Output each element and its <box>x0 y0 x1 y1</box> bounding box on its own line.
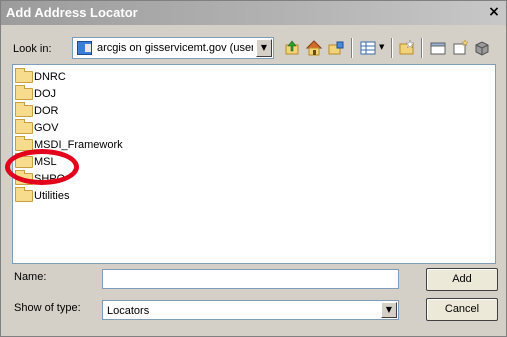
name-field[interactable] <box>102 269 399 289</box>
list-item-label: MSL <box>34 156 57 168</box>
add-address-locator-dialog: Add Address Locator × Look in: arcgis on… <box>0 0 507 337</box>
server-connection-icon <box>77 41 92 55</box>
list-item-label: DOR <box>34 105 59 117</box>
add-button[interactable]: Add <box>426 268 498 291</box>
title-bar: Add Address Locator × <box>1 1 506 25</box>
toolbar-separator <box>351 38 353 58</box>
name-label: Name: <box>14 271 47 283</box>
window-title: Add Address Locator <box>6 5 138 20</box>
folder-icon <box>15 136 33 151</box>
folder-icon <box>15 68 33 83</box>
up-one-level-icon[interactable] <box>283 39 301 57</box>
folder-icon <box>15 102 33 117</box>
list-item-label: DNRC <box>34 71 66 83</box>
look-in-value: arcgis on gisservicemt.gov (user <box>97 42 253 54</box>
folder-options-icon[interactable] <box>429 39 447 57</box>
cancel-button[interactable]: Cancel <box>426 298 498 321</box>
toolbar-separator <box>421 38 423 58</box>
view-menu-chevron-icon[interactable]: ▼ <box>379 43 384 51</box>
new-item-icon[interactable] <box>451 39 469 57</box>
folder-icon <box>15 187 33 202</box>
chevron-down-icon[interactable]: ▼ <box>381 302 397 318</box>
list-item-label: DOJ <box>34 88 56 100</box>
view-menu-icon[interactable] <box>359 39 377 57</box>
catalog-icon[interactable] <box>473 39 491 57</box>
new-folder-icon[interactable] <box>398 39 416 57</box>
toolbar-separator <box>391 38 393 58</box>
list-item-label: GOV <box>34 122 59 134</box>
look-in-label: Look in: <box>13 43 52 55</box>
list-item-label: Utilities <box>34 190 70 202</box>
file-list[interactable]: DNRC DOJ DOR GOV MSDI_Framework MSL SHPO <box>12 64 496 264</box>
home-icon[interactable] <box>305 39 323 57</box>
chevron-down-icon[interactable]: ▼ <box>256 39 272 57</box>
folder-icon <box>15 119 33 134</box>
list-item-label: SHPO <box>34 173 66 185</box>
show-of-type-label: Show of type: <box>14 302 81 314</box>
close-icon[interactable]: × <box>486 5 502 21</box>
look-in-dropdown[interactable]: arcgis on gisservicemt.gov (user ▼ <box>72 37 274 59</box>
folder-icon <box>15 153 33 168</box>
show-of-type-dropdown[interactable]: Locators ▼ <box>102 300 399 320</box>
list-item-label: MSDI_Framework <box>34 139 123 151</box>
folder-icon <box>15 85 33 100</box>
folder-icon <box>15 170 33 185</box>
connect-folder-icon[interactable] <box>327 39 345 57</box>
show-of-type-value: Locators <box>107 305 150 317</box>
